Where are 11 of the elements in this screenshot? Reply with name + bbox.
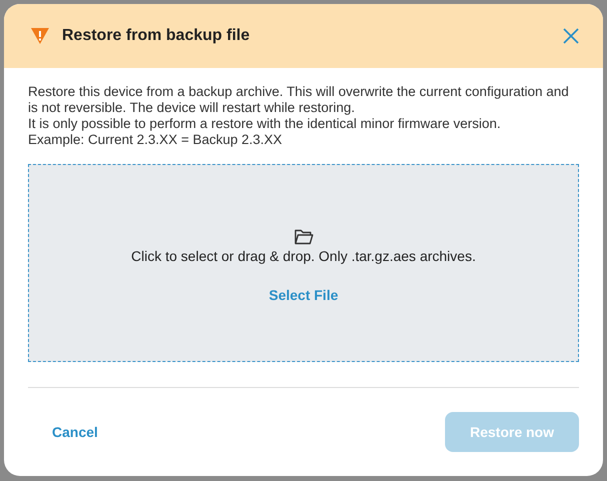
folder-icon	[294, 228, 314, 244]
description-text: It is only possible to perform a restore with the identical minor firmware version.	[28, 116, 502, 132]
description-text: Example: Current 2.3.XX = Backup 2.3.XX	[28, 132, 284, 148]
select-file-link[interactable]: Select File	[268, 284, 338, 306]
description-text: Restore this device from a backup archive. This will overwrite the current configuration and is not reversible. The device will restart while restoring.	[28, 84, 570, 116]
dropzone-hint: Click to select or drag & drop. Only .tar.gz.aes archives.	[131, 246, 476, 266]
file-dropzone[interactable]: Click to select or drag & drop. Only .tar.gz.aes archives. Select File	[28, 164, 579, 362]
cancel-button[interactable]: Cancel	[28, 412, 122, 452]
close-icon[interactable]	[563, 28, 579, 44]
dialog-title: Restore from backup file	[62, 26, 251, 46]
warning-icon	[30, 27, 50, 45]
